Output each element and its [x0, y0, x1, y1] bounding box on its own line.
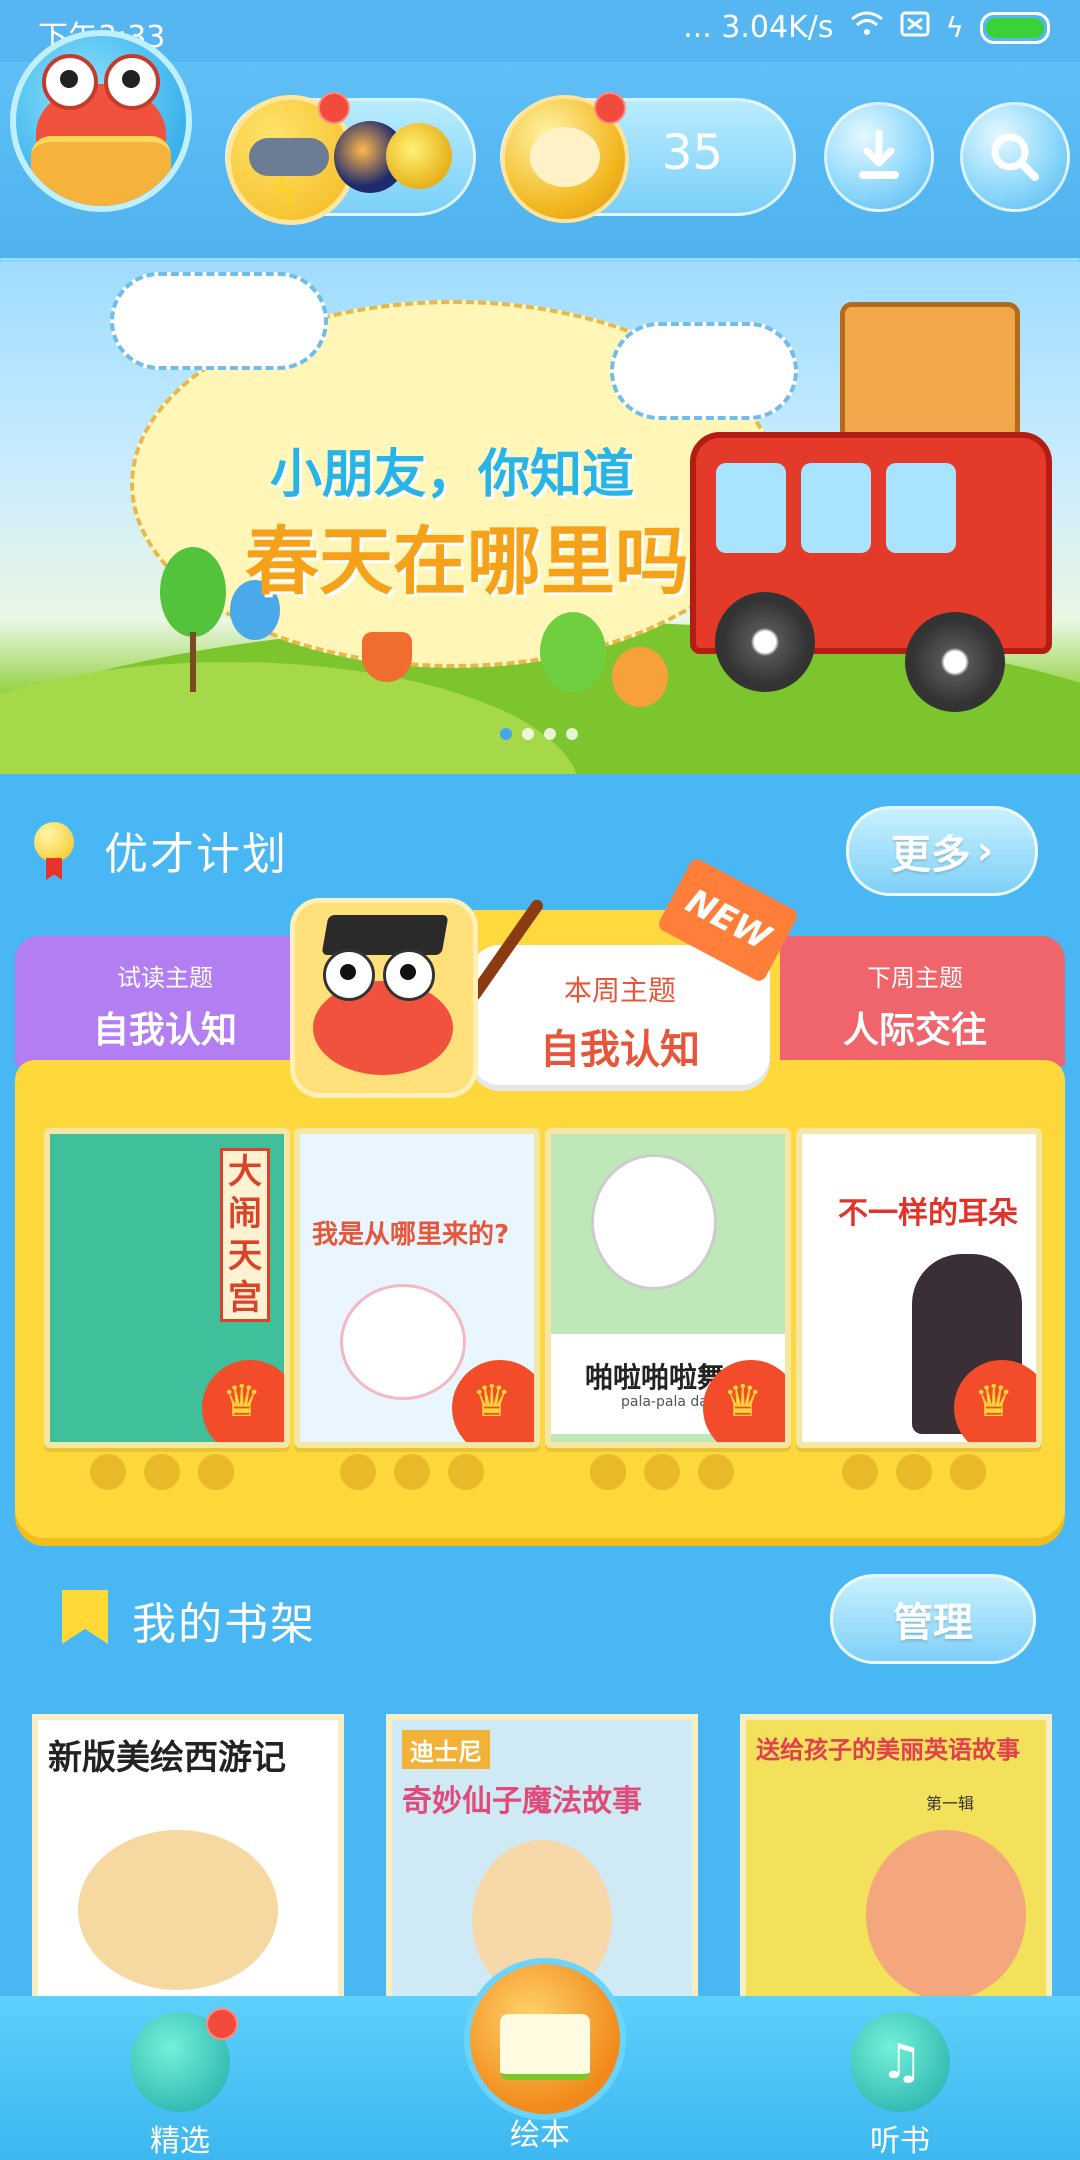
plan-book-3[interactable]: 啪啦啪啦舞 pala-pala dance: [545, 1128, 791, 1448]
charging-icon: ϟ: [945, 11, 964, 44]
shelf-book-1[interactable]: 新版美绘西游记: [32, 1714, 344, 2010]
bookmark-icon: [62, 1590, 108, 1644]
crown-icon: [954, 1360, 1036, 1442]
promo-banner[interactable]: 小朋友，你知道 春天在哪里吗?: [0, 262, 1080, 774]
medal-icon: [34, 822, 74, 862]
plan-section-title: 优才计划: [104, 829, 288, 880]
book-1-rating: [90, 1454, 234, 1490]
network-speed: ... 3.04K/s: [683, 10, 834, 45]
plan-book-2[interactable]: 我是从哪里来的?: [294, 1128, 540, 1448]
coin-count: 35: [661, 125, 723, 181]
wifi-icon: [850, 10, 884, 45]
banner-title-line2: 春天在哪里吗?: [245, 519, 732, 605]
picture-book-icon[interactable]: [464, 1958, 626, 2120]
banner-title-line1: 小朋友，你知道: [270, 445, 635, 505]
nav-tab-audiobook[interactable]: ♫ 听书: [840, 2012, 960, 2160]
featured-notification-dot: [206, 2008, 238, 2040]
crab-avatar-icon[interactable]: [10, 30, 192, 212]
suitcase-illustration: [840, 302, 1020, 442]
weather-widget[interactable]: ϟ: [225, 95, 476, 225]
coin-widget[interactable]: 35: [500, 95, 796, 223]
book-4-rating: [842, 1454, 986, 1490]
plan-book-4[interactable]: 不一样的耳朵: [796, 1128, 1042, 1448]
search-button[interactable]: [960, 102, 1070, 212]
battery-icon: [980, 11, 1050, 44]
search-icon: [991, 133, 1039, 181]
crown-icon: [703, 1360, 785, 1442]
headphones-icon: ♫: [850, 2012, 950, 2112]
book-2-rating: [340, 1454, 484, 1490]
shelf-book-3[interactable]: 送给孩子的美丽英语故事 第一辑: [740, 1714, 1052, 2010]
shelf-section-title: 我的书架: [132, 1599, 316, 1650]
download-button[interactable]: [824, 102, 934, 212]
weather-notification-dot: [318, 92, 350, 124]
book-3-rating: [590, 1454, 734, 1490]
coin-notification-dot: [594, 92, 626, 124]
sun-icon: [386, 123, 452, 189]
more-button[interactable]: 更多 ›: [846, 806, 1038, 896]
tab-next-week-topic[interactable]: 下周主题 人际交往: [765, 936, 1065, 1066]
crown-icon: [202, 1360, 284, 1442]
cloud-decoration: [610, 322, 798, 420]
tab-trial-topic[interactable]: 试读主题 自我认知: [15, 936, 315, 1066]
cloud-decoration: [110, 272, 328, 370]
sim-icon: [900, 10, 930, 45]
download-icon: [859, 129, 899, 179]
tab-this-week-topic[interactable]: 本周主题 自我认知: [470, 945, 770, 1085]
chevron-right-icon: ›: [976, 828, 994, 874]
banner-page-indicator: [500, 728, 578, 740]
manage-button[interactable]: 管理: [830, 1574, 1036, 1664]
nav-tab-picture-book[interactable]: 绘本: [480, 2110, 600, 2154]
crown-icon: [452, 1360, 534, 1442]
plan-book-1[interactable]: 大闹天宫: [44, 1128, 290, 1448]
crab-teacher-mascot-icon: [290, 898, 478, 1098]
